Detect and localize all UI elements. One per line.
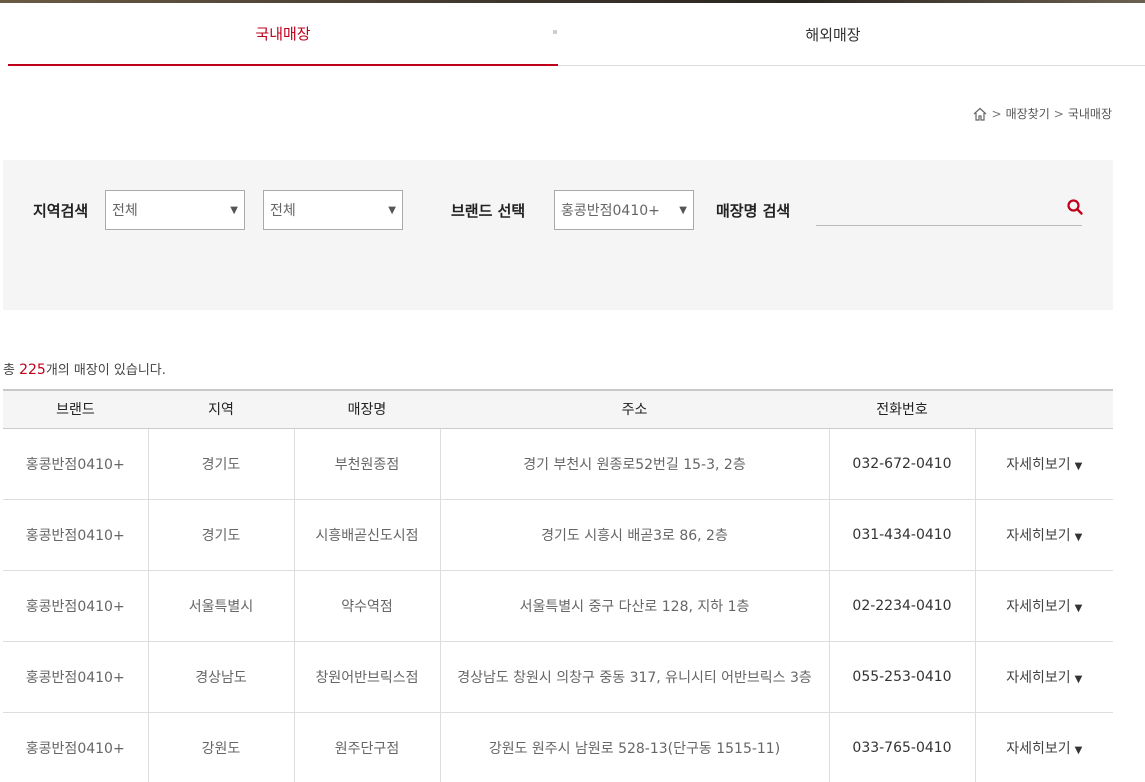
- breadcrumb-separator: >: [991, 106, 1002, 121]
- caret-down-icon[interactable]: ▼: [1075, 603, 1083, 614]
- search-panel: 지역검색 전체 ▼ 전체 ▼ 브랜드 선택 홍콩반점0410+ ▼ 매장명 검색: [3, 160, 1113, 310]
- cell-address: 경기 부천시 원종로52번길 15-3, 2층: [439, 428, 829, 500]
- region2-select[interactable]: 전체 ▼: [263, 190, 403, 230]
- cell-region: 경기도: [147, 499, 294, 571]
- cell-address: 서울특별시 중구 다산로 128, 지하 1층: [439, 570, 829, 642]
- table-header-row: 브랜드 지역 매장명 주소 전화번호: [3, 389, 1113, 429]
- cell-detail: 자세히보기 ▼: [974, 428, 1113, 500]
- breadcrumb-item-store-finder[interactable]: 매장찾기: [1006, 105, 1050, 122]
- cell-phone: 055-253-0410: [828, 641, 975, 713]
- cell-address: 경기도 시흥시 배곧3로 86, 2층: [439, 499, 829, 571]
- summary-suffix: 개의 매장이 있습니다.: [45, 363, 166, 378]
- cell-phone: 033-765-0410: [828, 712, 975, 782]
- cell-brand: 홍콩반점0410+: [3, 570, 148, 642]
- table-row: 홍콩반점0410+ 강원도 원주단구점 강원도 원주시 남원로 528-13(단…: [3, 712, 1113, 782]
- cell-region: 강원도: [147, 712, 294, 782]
- header-region: 지역: [148, 389, 294, 429]
- home-icon[interactable]: [972, 106, 988, 122]
- header-phone: 전화번호: [829, 389, 975, 429]
- brand-select-label: 브랜드 선택: [451, 202, 526, 220]
- cell-brand: 홍콩반점0410+: [3, 641, 148, 713]
- store-table: 브랜드 지역 매장명 주소 전화번호 홍콩반점0410+ 경기도 부천원종점 경…: [3, 389, 1113, 782]
- breadcrumb-item-domestic: 국내매장: [1067, 107, 1112, 121]
- cell-detail: 자세히보기 ▼: [974, 570, 1113, 642]
- detail-link[interactable]: 자세히보기: [1006, 599, 1070, 615]
- cell-detail: 자세히보기 ▼: [974, 641, 1113, 713]
- region1-select[interactable]: 전체 ▼: [105, 190, 245, 230]
- caret-down-icon[interactable]: ▼: [1075, 532, 1083, 543]
- brand-select[interactable]: 홍콩반점0410+ ▼: [554, 190, 694, 230]
- region1-value: 전체: [112, 203, 138, 219]
- store-search-label: 매장명 검색: [716, 202, 791, 220]
- caret-down-icon[interactable]: ▼: [1075, 745, 1083, 756]
- detail-link[interactable]: 자세히보기: [1006, 457, 1070, 473]
- cell-store: 시흥배곧신도시점: [293, 499, 440, 571]
- header-brand: 브랜드: [3, 389, 148, 429]
- detail-link[interactable]: 자세히보기: [1006, 741, 1070, 757]
- caret-down-icon[interactable]: ▼: [1075, 461, 1083, 472]
- cell-phone: 032-672-0410: [828, 428, 975, 500]
- store-count-summary: 총 225개의 매장이 있습니다.: [3, 359, 166, 378]
- cell-store: 약수역점: [293, 570, 440, 642]
- breadcrumb-separator: >: [1053, 106, 1064, 121]
- cell-detail: 자세히보기 ▼: [974, 499, 1113, 571]
- cell-phone: 02-2234-0410: [828, 570, 975, 642]
- summary-prefix: 총: [3, 363, 20, 378]
- chevron-down-icon: ▼: [388, 204, 396, 216]
- tab-divider-dot: [553, 30, 557, 34]
- detail-link[interactable]: 자세히보기: [1006, 670, 1070, 686]
- store-tabs: 국내매장 해외매장: [8, 3, 1145, 66]
- table-row: 홍콩반점0410+ 서울특별시 약수역점 서울특별시 중구 다산로 128, 지…: [3, 570, 1113, 642]
- cell-store: 부천원종점: [293, 428, 440, 500]
- cell-brand: 홍콩반점0410+: [3, 499, 148, 571]
- cell-brand: 홍콩반점0410+: [3, 712, 148, 782]
- store-count: 225: [19, 362, 46, 378]
- table-row: 홍콩반점0410+ 경상남도 창원어반브릭스점 경상남도 창원시 의창구 중동 …: [3, 641, 1113, 713]
- store-search-input[interactable]: [816, 196, 1082, 226]
- cell-detail: 자세히보기 ▼: [974, 712, 1113, 782]
- cell-address: 강원도 원주시 남원로 528-13(단구동 1515-11): [439, 712, 829, 782]
- region-search-label: 지역검색: [33, 202, 89, 220]
- caret-down-icon[interactable]: ▼: [1075, 674, 1083, 685]
- cell-region: 경기도: [147, 428, 294, 500]
- search-icon[interactable]: [1066, 198, 1084, 216]
- header-address: 주소: [440, 389, 829, 429]
- cell-region: 서울특별시: [147, 570, 294, 642]
- detail-link[interactable]: 자세히보기: [1006, 528, 1070, 544]
- cell-brand: 홍콩반점0410+: [3, 428, 148, 500]
- breadcrumb: > 매장찾기 > 국내매장: [972, 105, 1112, 122]
- header-store: 매장명: [294, 389, 440, 429]
- table-row: 홍콩반점0410+ 경기도 부천원종점 경기 부천시 원종로52번길 15-3,…: [3, 428, 1113, 500]
- cell-store: 원주단구점: [293, 712, 440, 782]
- cell-store: 창원어반브릭스점: [293, 641, 440, 713]
- chevron-down-icon: ▼: [230, 204, 238, 216]
- region2-value: 전체: [270, 203, 296, 219]
- chevron-down-icon: ▼: [679, 204, 687, 216]
- tab-domestic[interactable]: 국내매장: [8, 3, 558, 66]
- cell-phone: 031-434-0410: [828, 499, 975, 571]
- table-row: 홍콩반점0410+ 경기도 시흥배곧신도시점 경기도 시흥시 배곧3로 86, …: [3, 499, 1113, 571]
- brand-value: 홍콩반점0410+: [561, 203, 660, 219]
- cell-address: 경상남도 창원시 의창구 중동 317, 유니시티 어반브릭스 3층: [439, 641, 829, 713]
- tab-overseas[interactable]: 해외매장: [558, 3, 1108, 66]
- header-detail: [975, 389, 1113, 429]
- cell-region: 경상남도: [147, 641, 294, 713]
